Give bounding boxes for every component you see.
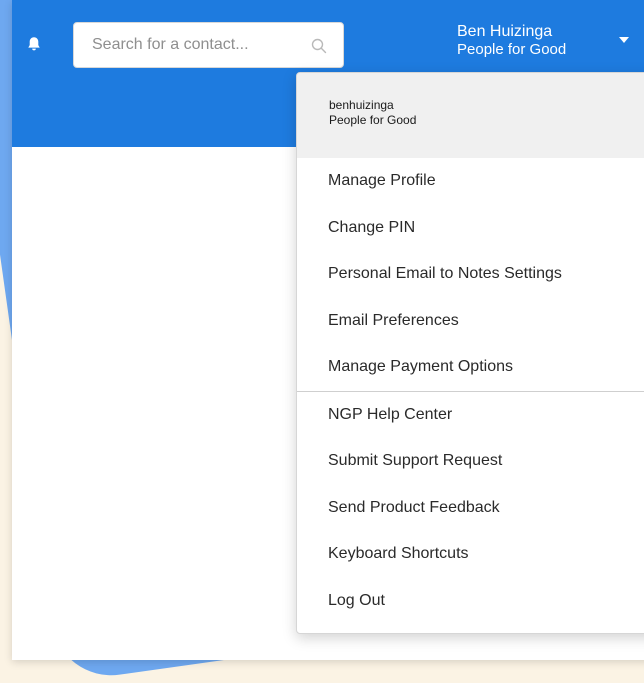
user-name: Ben Huizinga <box>457 23 553 40</box>
user-organization: People for Good <box>457 41 567 58</box>
menu-item-change-pin[interactable]: Change PIN <box>297 205 644 252</box>
contact-search <box>73 22 344 68</box>
menu-header: benhuizinga People for Good <box>297 73 644 158</box>
menu-item-log-out[interactable]: Log Out <box>297 578 644 625</box>
menu-item-manage-profile[interactable]: Manage Profile <box>297 158 644 205</box>
menu-item-email-preferences[interactable]: Email Preferences <box>297 298 644 345</box>
menu-organization: People for Good <box>329 113 417 127</box>
app-window: Ben Huizinga People for Good benhuizinga… <box>12 0 644 660</box>
user-account-toggle[interactable]: Ben Huizinga People for Good <box>457 22 627 59</box>
user-dropdown-menu: benhuizinga People for Good Manage Profi… <box>296 72 644 634</box>
search-icon[interactable] <box>311 38 327 54</box>
chevron-down-icon[interactable] <box>619 37 629 43</box>
menu-item-email-to-notes-settings[interactable]: Personal Email to Notes Settings <box>297 251 644 298</box>
menu-item-submit-support-request[interactable]: Submit Support Request <box>297 438 644 485</box>
menu-item-send-product-feedback[interactable]: Send Product Feedback <box>297 485 644 532</box>
menu-item-keyboard-shortcuts[interactable]: Keyboard Shortcuts <box>297 531 644 578</box>
menu-username: benhuizinga <box>329 98 394 112</box>
bell-icon[interactable] <box>26 36 42 52</box>
menu-item-manage-payment-options[interactable]: Manage Payment Options <box>297 344 644 391</box>
menu-item-help-center[interactable]: NGP Help Center <box>297 392 644 439</box>
search-input[interactable] <box>74 23 312 67</box>
